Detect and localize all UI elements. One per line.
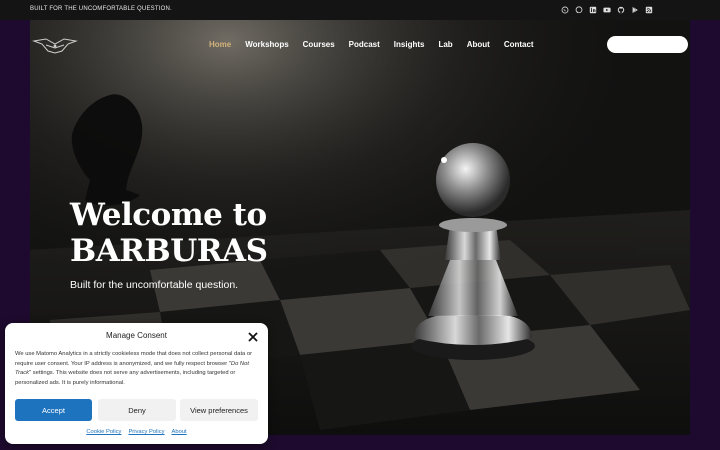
site-logo[interactable] — [32, 35, 78, 55]
social-links — [560, 5, 654, 15]
view-preferences-button[interactable]: View preferences — [180, 399, 258, 421]
top-bar: BUILT FOR THE UNCOMFORTABLE QUESTION. — [0, 0, 720, 20]
play-icon[interactable] — [630, 5, 640, 15]
linkedin-icon[interactable] — [588, 5, 598, 15]
nav-contact[interactable]: Contact — [504, 40, 534, 49]
privacy-policy-link[interactable]: Privacy Policy — [128, 429, 164, 435]
accept-button[interactable]: Accept — [15, 399, 92, 421]
nav-podcast[interactable]: Podcast — [349, 40, 380, 49]
hero-title-line-1: Welcome to — [70, 197, 267, 233]
nav-about[interactable]: About — [467, 40, 490, 49]
nav-lab[interactable]: Lab — [438, 40, 452, 49]
hero-title: Welcome to BARBURAS — [70, 197, 350, 269]
nav-insights[interactable]: Insights — [394, 40, 425, 49]
nav-workshops[interactable]: Workshops — [245, 40, 288, 49]
consent-links: Cookie Policy Privacy Policy About — [5, 429, 268, 435]
github-icon[interactable] — [616, 5, 626, 15]
about-link[interactable]: About — [172, 429, 187, 435]
whatsapp-icon[interactable] — [560, 5, 570, 15]
deny-button[interactable]: Deny — [98, 399, 176, 421]
header-cta-button[interactable] — [607, 36, 688, 53]
youtube-icon[interactable] — [602, 5, 612, 15]
consent-title: Manage Consent — [106, 331, 167, 340]
nav-courses[interactable]: Courses — [303, 40, 335, 49]
nav-home[interactable]: Home — [209, 40, 231, 49]
main-nav: Home Workshops Courses Podcast Insights … — [209, 40, 548, 49]
cookie-policy-link[interactable]: Cookie Policy — [86, 429, 121, 435]
right-frame — [690, 20, 720, 450]
hero-title-line-2: BARBURAS — [70, 233, 268, 269]
topbar-tagline: BUILT FOR THE UNCOMFORTABLE QUESTION. — [30, 6, 172, 12]
consent-body-text-2: " settings. This website does not serve … — [15, 370, 236, 386]
hero-subtitle: Built for the uncomfortable question. — [70, 279, 239, 291]
chat-icon[interactable] — [574, 5, 584, 15]
consent-body: We use Matomo Analytics in a strictly co… — [15, 350, 261, 388]
consent-dialog: Manage Consent We use Matomo Analytics i… — [5, 323, 268, 444]
consent-body-text-1: We use Matomo Analytics in a strictly co… — [15, 351, 253, 367]
rss-icon[interactable] — [644, 5, 654, 15]
close-icon[interactable] — [247, 331, 259, 343]
